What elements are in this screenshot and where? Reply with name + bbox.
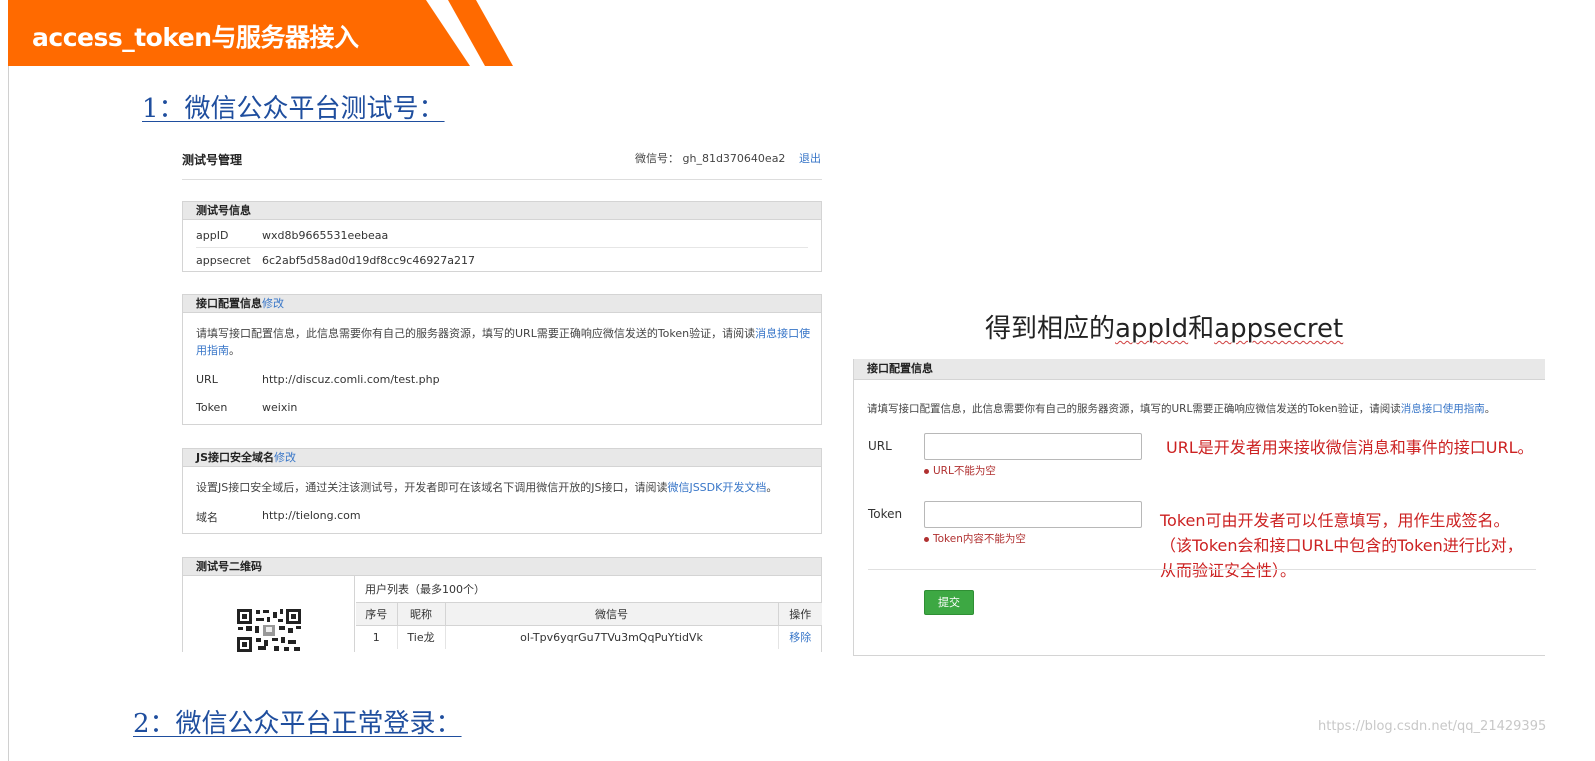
config-form-desc-end: 。	[1484, 403, 1496, 415]
domain-row: 域名 http://tielong.com	[196, 509, 361, 525]
interface-config-title: 接口配置信息	[196, 297, 262, 310]
url-note: URL是开发者用来接收微信消息和事件的接口URL。	[1166, 438, 1534, 457]
js-domain-desc: 设置JS接口安全域后，通过关注该测试号，开发者即可在该域名下调用微信开放的JS接…	[196, 479, 811, 496]
config-url-label: URL	[868, 439, 892, 453]
appsecret-row: appsecret 6c2abf5d58ad0d19df8cc9c46927a2…	[196, 254, 475, 267]
token-value: weixin	[262, 401, 298, 414]
url-value: http://discuz.comli.com/test.php	[262, 373, 440, 386]
caption-and: 和	[1188, 314, 1215, 344]
cell-nickname: Tie龙	[397, 625, 446, 649]
wechat-id-display: 微信号： gh_81d370640ea2	[635, 150, 785, 166]
js-domain-title: JS接口安全域名	[196, 451, 275, 464]
config-form-desc-text: 请填写接口配置信息，此信息需要你有自己的服务器资源，填写的URL需要正确响应微信…	[867, 403, 1401, 415]
token-note-line-2: （该Token会和接口URL中包含的Token进行比对，	[1160, 536, 1523, 555]
col-header-no: 序号	[356, 603, 398, 626]
qr-code-image	[236, 608, 302, 652]
wechat-id-value: gh_81d370640ea2	[682, 152, 786, 165]
interface-config-edit-link[interactable]: 修改	[262, 297, 284, 310]
cell-no: 1	[356, 625, 398, 649]
col-header-nickname: 昵称	[397, 603, 446, 626]
appsecret-label: appsecret	[196, 254, 251, 267]
caption-appid: appId	[1115, 314, 1189, 344]
slide-left-rule	[8, 66, 9, 761]
interface-config-desc-text: 请填写接口配置信息，此信息需要你有自己的服务器资源，填写的URL需要正确响应微信…	[196, 327, 756, 340]
cell-wechat-id: ol-Tpv6yqrGu7TVu3mQqPuYtidVk	[445, 625, 779, 649]
test-account-topbar: 测试号管理 微信号： gh_81d370640ea2 退出	[182, 140, 822, 180]
col-header-wechat-id: 微信号	[445, 603, 779, 626]
col-header-action: 操作	[778, 603, 822, 626]
token-input[interactable]	[924, 501, 1142, 528]
domain-value: http://tielong.com	[262, 509, 361, 522]
remove-user-link[interactable]: 移除	[778, 625, 822, 649]
info-box-header: 测试号信息	[183, 202, 821, 220]
appsecret-value: 6c2abf5d58ad0d19df8cc9c46927a217	[262, 254, 476, 267]
test-account-panel: 测试号管理 微信号： gh_81d370640ea2 退出 测试号信息 appI…	[182, 140, 822, 652]
table-row: 1 Tie龙 ol-Tpv6yqrGu7TVu3mQqPuYtidVk 移除	[356, 625, 822, 649]
js-domain-box: JS接口安全域名修改 设置JS接口安全域后，通过关注该测试号，开发者即可在该域名…	[182, 448, 822, 534]
qr-box-header: 测试号二维码	[183, 558, 821, 576]
interface-config-form: 接口配置信息 请填写接口配置信息，此信息需要你有自己的服务器资源，填写的URL需…	[853, 359, 1545, 656]
config-token-label: Token	[868, 507, 903, 521]
url-row: URL http://discuz.comli.com/test.php	[196, 373, 440, 386]
interface-config-desc-end: 。	[229, 344, 240, 357]
form-divider	[868, 569, 1536, 570]
info-separator	[196, 247, 808, 248]
token-note-line-1: Token可由开发者可以任意填写，用作生成签名。	[1160, 511, 1510, 530]
url-error: URL不能为空	[924, 463, 996, 478]
caption-appsecret: appsecret	[1214, 314, 1344, 344]
token-row: Token weixin	[196, 401, 297, 414]
appid-caption: 得到相应的appId和appsecret	[985, 308, 1343, 345]
js-domain-edit-link[interactable]: 修改	[274, 451, 296, 464]
interface-config-box: 接口配置信息修改 请填写接口配置信息，此信息需要你有自己的服务器资源，填写的UR…	[182, 294, 822, 425]
step2-heading: 2：微信公众平台正常登录：	[133, 709, 462, 739]
user-table-header: 序号 昵称 微信号 操作	[356, 603, 822, 626]
wechat-id-label: 微信号：	[635, 152, 679, 165]
test-account-info-box: 测试号信息 appID wxd8b9665531eebeaa appsecret…	[182, 201, 822, 272]
banner-title: access_token与服务器接入	[32, 23, 359, 52]
url-label: URL	[196, 373, 218, 386]
user-list-caption: 用户列表（最多100个）	[356, 576, 822, 603]
token-label: Token	[196, 401, 228, 414]
qr-code-box: 测试号二维码 用户列表（最多100个） 序号 昵称 微信号 操作 1 Tie龙 …	[182, 557, 822, 652]
step1-heading: 1：微信公众平台测试号：	[142, 94, 445, 124]
watermark: https://blog.csdn.net/qq_21429395	[1318, 719, 1547, 734]
error-dot-icon	[924, 468, 929, 474]
title-banner: access_token与服务器接入	[8, 0, 513, 66]
config-form-header: 接口配置信息	[854, 359, 1545, 380]
jssdk-doc-link[interactable]: 微信JSSDK开发文档	[667, 481, 766, 494]
error-dot-icon	[924, 536, 929, 542]
user-table: 序号 昵称 微信号 操作 1 Tie龙 ol-Tpv6yqrGu7TVu3mQq…	[356, 603, 822, 649]
js-domain-header: JS接口安全域名修改	[183, 449, 821, 467]
user-list: 用户列表（最多100个） 序号 昵称 微信号 操作 1 Tie龙 ol-Tpv6	[356, 576, 822, 649]
url-error-text: URL不能为空	[933, 465, 996, 477]
appid-row: appID wxd8b9665531eebeaa	[196, 229, 388, 242]
token-error: Token内容不能为空	[924, 531, 1026, 546]
logout-link[interactable]: 退出	[799, 150, 821, 166]
test-account-title: 测试号管理	[182, 153, 243, 167]
token-note-line-3: 从而验证安全性）。	[1160, 561, 1297, 580]
config-form-desc: 请填写接口配置信息，此信息需要你有自己的服务器资源，填写的URL需要正确响应微信…	[867, 401, 1495, 416]
appid-value: wxd8b9665531eebeaa	[262, 229, 389, 242]
interface-config-desc: 请填写接口配置信息，此信息需要你有自己的服务器资源，填写的URL需要正确响应微信…	[196, 325, 811, 359]
token-note: Token可由开发者可以任意填写，用作生成签名。 （该Token会和接口URL中…	[1160, 508, 1523, 583]
appid-label: appID	[196, 229, 229, 242]
submit-button[interactable]: 提交	[924, 590, 974, 615]
js-domain-desc-text: 设置JS接口安全域后，通过关注该测试号，开发者即可在该域名下调用微信开放的JS接…	[196, 481, 668, 494]
config-form-guide-link[interactable]: 消息接口使用指南	[1401, 403, 1485, 415]
token-error-text: Token内容不能为空	[933, 533, 1026, 545]
qr-area	[183, 576, 355, 652]
url-input[interactable]	[924, 433, 1142, 460]
interface-config-header: 接口配置信息修改	[183, 295, 821, 313]
domain-label: 域名	[196, 511, 218, 524]
caption-prefix: 得到相应的	[985, 314, 1116, 344]
js-domain-desc-end: 。	[766, 481, 778, 494]
